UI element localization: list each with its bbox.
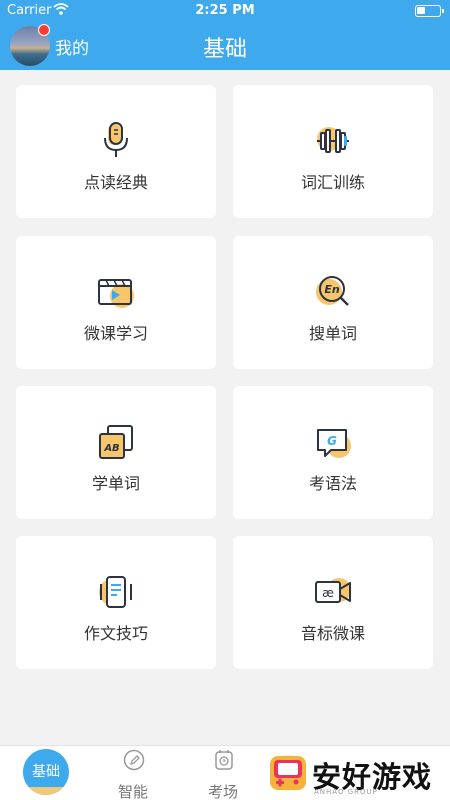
svg-text:æ: æ	[322, 586, 334, 600]
battery-icon	[415, 5, 444, 17]
page-title: 基础	[202, 37, 247, 62]
card-label: 音标微课	[300, 624, 365, 643]
home-circle-icon: 基础	[23, 749, 69, 795]
status-bar: Carrier 2:25 PM	[0, 0, 450, 22]
pencil-circle-icon	[123, 749, 145, 775]
card-learn-word[interactable]: AB 学单词	[16, 386, 216, 519]
microphone-icon	[96, 121, 136, 161]
card-label: 考语法	[308, 474, 357, 493]
card-grammar-test[interactable]: G 考语法	[233, 386, 433, 519]
svg-text:AB: AB	[103, 443, 119, 454]
tab-label: 智能	[117, 783, 148, 800]
card-phonetic-lesson[interactable]: æ 音标微课	[233, 536, 433, 669]
watermark-subtext: ANHAO GROUP	[314, 788, 378, 796]
tab-label-active: 基础	[32, 764, 60, 780]
card-vocab-training[interactable]: 词汇训练	[233, 85, 433, 218]
document-phone-icon	[96, 572, 136, 612]
grammar-chat-icon: G	[313, 422, 353, 462]
svg-text:G: G	[327, 434, 337, 448]
tab-smart[interactable]: 智能	[103, 746, 163, 800]
clock-icon	[213, 749, 235, 775]
card-search-word[interactable]: En 搜单词	[233, 236, 433, 369]
svg-text:En: En	[324, 283, 340, 296]
ab-cards-icon: AB	[96, 422, 136, 462]
tab-exam[interactable]: 考场	[193, 746, 253, 800]
card-microlesson[interactable]: 微课学习	[16, 236, 216, 369]
card-writing-tips[interactable]: 作文技巧	[16, 536, 216, 669]
video-play-icon	[96, 272, 136, 312]
card-label: 词汇训练	[300, 173, 365, 192]
card-label: 学单词	[91, 474, 140, 493]
tab-basic[interactable]: 基础	[0, 746, 92, 800]
top-header: Carrier 2:25 PM 我的 基础	[0, 0, 450, 70]
card-classic-reading[interactable]: 点读经典	[16, 85, 216, 218]
tab-label: 考场	[207, 783, 238, 800]
status-time: 2:25 PM	[195, 3, 255, 18]
gamepad-icon	[268, 753, 308, 797]
card-label: 点读经典	[83, 173, 148, 192]
card-label: 微课学习	[83, 324, 148, 343]
card-label: 作文技巧	[83, 624, 148, 643]
phonetic-camera-icon: æ	[313, 572, 353, 612]
watermark-logo: 安好游戏 ANHAO GROUP	[262, 747, 450, 800]
search-en-icon: En	[313, 272, 353, 312]
dumbbell-icon	[313, 121, 353, 161]
card-label: 搜单词	[308, 324, 357, 343]
